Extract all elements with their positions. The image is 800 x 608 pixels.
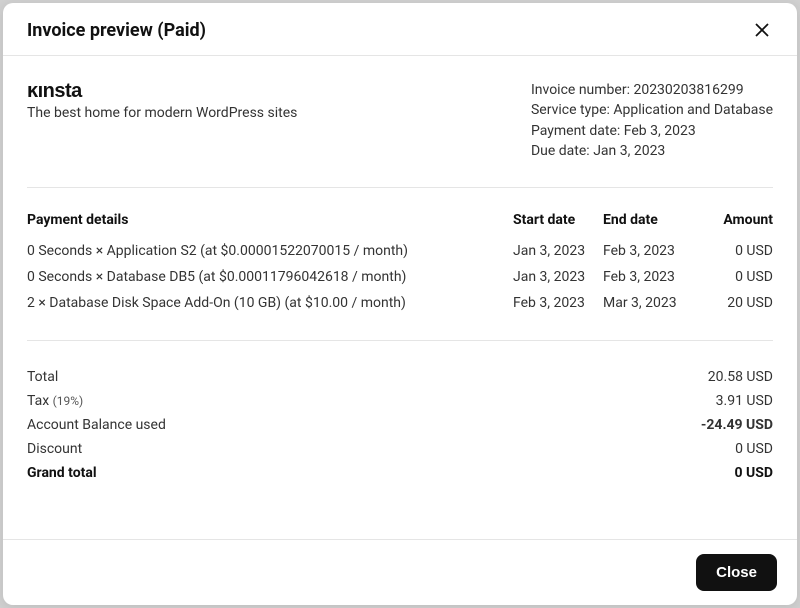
col-header-start: Start date <box>513 212 603 238</box>
line-end: Feb 3, 2023 <box>603 264 693 290</box>
line-end: Feb 3, 2023 <box>603 238 693 264</box>
totals-section: Total 20.58 USD Tax (19%) 3.91 USD Accou… <box>27 340 773 485</box>
tax-label: Tax (19%) <box>27 393 83 409</box>
due-date-row: Due date: Jan 3, 2023 <box>531 141 773 161</box>
grand-total-row: Grand total 0 USD <box>27 461 773 485</box>
table-row: 2 × Database Disk Space Add-On (10 GB) (… <box>27 290 773 316</box>
service-type-value: Application and Database <box>613 102 773 118</box>
modal-footer: Close <box>3 539 797 605</box>
line-start: Feb 3, 2023 <box>513 290 603 316</box>
close-button[interactable]: Close <box>696 554 777 591</box>
table-row: 0 Seconds × Database DB5 (at $0.00011796… <box>27 264 773 290</box>
line-items-table: Payment details Start date End date Amou… <box>27 212 773 316</box>
grand-total-value: 0 USD <box>735 465 773 481</box>
invoice-number-value: 20230203816299 <box>633 82 743 98</box>
table-row: 0 Seconds × Application S2 (at $0.000015… <box>27 238 773 264</box>
modal-header: Invoice preview (Paid) <box>3 3 797 56</box>
tax-label-text: Tax <box>27 393 49 409</box>
line-amount: 0 USD <box>693 238 773 264</box>
brand-logo: ĸınsta <box>27 80 297 103</box>
line-desc: 0 Seconds × Application S2 (at $0.000015… <box>27 238 513 264</box>
service-type-row: Service type: Application and Database <box>531 100 773 120</box>
line-amount: 20 USD <box>693 290 773 316</box>
due-date-value: Jan 3, 2023 <box>593 143 665 159</box>
invoice-preview-modal: Invoice preview (Paid) ĸınsta The best h… <box>3 3 797 605</box>
payment-details-section: Payment details Start date End date Amou… <box>27 188 773 485</box>
invoice-top-section: ĸınsta The best home for modern WordPres… <box>27 80 773 188</box>
balance-label: Account Balance used <box>27 417 166 433</box>
close-icon <box>755 23 769 37</box>
invoice-number-row: Invoice number: 20230203816299 <box>531 80 773 100</box>
service-type-label: Service type: <box>531 102 610 118</box>
line-start: Jan 3, 2023 <box>513 238 603 264</box>
brand-block: ĸınsta The best home for modern WordPres… <box>27 80 297 121</box>
modal-body: ĸınsta The best home for modern WordPres… <box>3 56 797 539</box>
invoice-number-label: Invoice number: <box>531 82 630 98</box>
invoice-meta: Invoice number: 20230203816299 Service t… <box>531 80 773 161</box>
brand-tagline: The best home for modern WordPress sites <box>27 105 297 121</box>
discount-value: 0 USD <box>735 441 773 457</box>
modal-title: Invoice preview (Paid) <box>27 20 206 41</box>
col-header-details: Payment details <box>27 212 513 238</box>
payment-date-value: Feb 3, 2023 <box>624 123 696 139</box>
balance-row: Account Balance used -24.49 USD <box>27 413 773 437</box>
tax-row: Tax (19%) 3.91 USD <box>27 389 773 413</box>
col-header-end: End date <box>603 212 693 238</box>
payment-date-label: Payment date: <box>531 123 620 139</box>
line-amount: 0 USD <box>693 264 773 290</box>
total-label: Total <box>27 369 58 385</box>
balance-value: -24.49 USD <box>701 417 773 433</box>
payment-date-row: Payment date: Feb 3, 2023 <box>531 121 773 141</box>
tax-value: 3.91 USD <box>716 393 773 409</box>
close-icon-button[interactable] <box>751 19 773 41</box>
total-row: Total 20.58 USD <box>27 365 773 389</box>
grand-total-label: Grand total <box>27 465 97 481</box>
col-header-amount: Amount <box>693 212 773 238</box>
line-start: Jan 3, 2023 <box>513 264 603 290</box>
due-date-label: Due date: <box>531 143 590 159</box>
line-desc: 0 Seconds × Database DB5 (at $0.00011796… <box>27 264 513 290</box>
discount-row: Discount 0 USD <box>27 437 773 461</box>
tax-rate: (19%) <box>53 394 84 408</box>
total-value: 20.58 USD <box>708 369 773 385</box>
line-end: Mar 3, 2023 <box>603 290 693 316</box>
discount-label: Discount <box>27 441 82 457</box>
line-desc: 2 × Database Disk Space Add-On (10 GB) (… <box>27 290 513 316</box>
